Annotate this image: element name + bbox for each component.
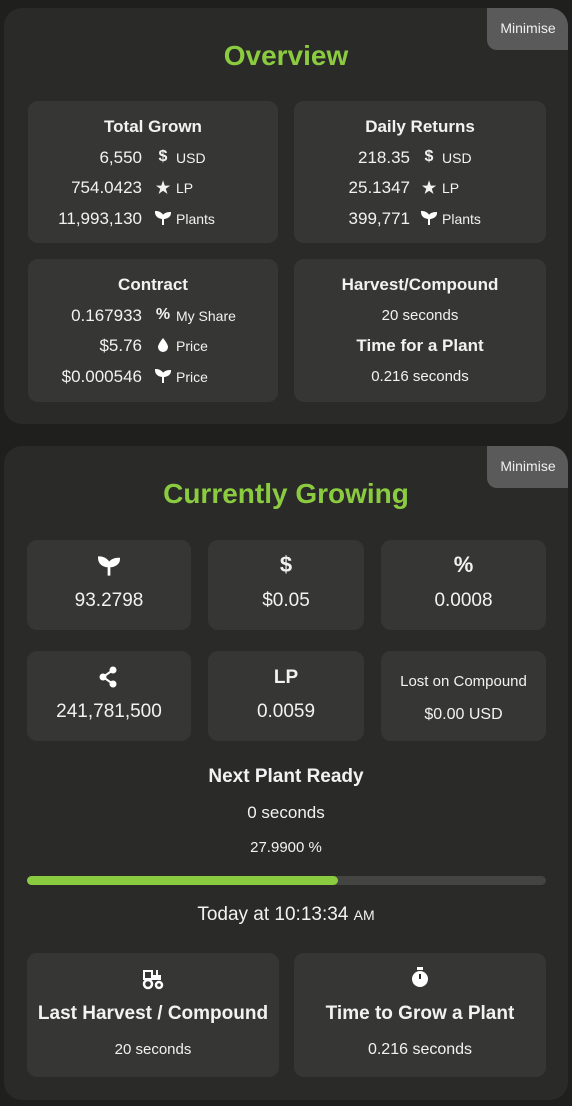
dollar-growing-card: $ $0.05	[208, 540, 364, 630]
growing-title: Currently Growing	[163, 478, 409, 509]
sprout-icon	[420, 209, 438, 227]
contract-plant-price-row: $0.000546 Price	[28, 367, 278, 389]
lost-on-compound-card: Lost on Compound $0.00 USD	[381, 651, 546, 741]
total-grown-usd-row: 6,550 $ USD	[28, 148, 278, 170]
stopwatch-icon	[294, 967, 546, 989]
contract-price-unit: Price	[176, 338, 208, 354]
sprout-icon	[154, 209, 172, 227]
contract-title: Contract	[118, 275, 188, 294]
contract-share-value: 0.167933	[71, 306, 142, 325]
contract-share-unit: My Share	[176, 308, 236, 324]
overview-title: Overview	[223, 40, 349, 71]
time-for-plant-title: Time for a Plant	[356, 336, 484, 355]
harvest-value: 20 seconds	[381, 307, 459, 324]
tractor-icon	[27, 967, 279, 990]
harvest-title: Harvest/Compound	[341, 275, 499, 294]
last-harvest-value: 20 seconds	[114, 1041, 192, 1058]
percent-icon: %	[453, 552, 474, 577]
total-grown-usd-unit: USD	[176, 150, 206, 166]
percent-icon: %	[155, 306, 171, 323]
daily-returns-plants-unit: Plants	[442, 211, 481, 227]
daily-returns-lp-value: 25.1347	[348, 178, 410, 197]
daily-returns-lp-unit: LP	[442, 180, 460, 196]
lp-growing-label: LP	[273, 667, 299, 688]
dollar-icon: $	[424, 148, 434, 165]
total-grown-lp-value: 754.0423	[71, 178, 142, 197]
lp-growing-value: 0.0059	[256, 701, 316, 722]
plants-growing-card: 93.2798	[27, 540, 191, 630]
daily-returns-lp-row: 25.1347 ★ LP	[294, 178, 546, 200]
next-plant-progress-bar	[27, 876, 546, 885]
share-growing-value: 241,781,500	[56, 701, 162, 722]
daily-returns-usd-unit: USD	[442, 150, 472, 166]
total-grown-plants-value: 11,993,130	[58, 209, 142, 228]
sprout-icon	[154, 367, 172, 385]
overview-panel: Minimise Overview Total Grown 6,550 $ US…	[4, 8, 568, 424]
total-grown-plants-unit: Plants	[176, 211, 215, 227]
harvest-card: Harvest/Compound 20 seconds Time for a P…	[294, 259, 546, 402]
total-grown-plants-row: 11,993,130 Plants	[28, 209, 278, 231]
sprout-icon	[27, 552, 191, 578]
timestamp-suffix: AM	[353, 907, 375, 923]
last-harvest-title: Last Harvest / Compound	[37, 1003, 269, 1024]
time-to-grow-value: 0.216 seconds	[367, 1041, 473, 1058]
percent-growing-value: 0.0008	[434, 590, 493, 611]
dollar-growing-value: $0.05	[262, 590, 310, 611]
next-plant-percent: 27.9900 %	[250, 839, 322, 856]
growing-panel: Minimise Currently Growing 93.2798 $ $0.…	[4, 446, 568, 1100]
time-for-plant-value: 0.216 seconds	[371, 368, 469, 385]
daily-returns-usd-value: 218.35	[358, 148, 410, 167]
contract-card: Contract 0.167933 % My Share $5.76 Price…	[28, 259, 278, 402]
dollar-icon: $	[158, 148, 168, 165]
total-grown-title: Total Grown	[104, 117, 202, 136]
droplet-icon	[154, 336, 172, 354]
next-plant-time: 0 seconds	[247, 803, 325, 822]
daily-returns-usd-row: 218.35 $ USD	[294, 148, 546, 170]
contract-plant-price-value: $0.000546	[61, 367, 142, 386]
daily-returns-title: Daily Returns	[365, 117, 475, 136]
contract-share-row: 0.167933 % My Share	[28, 306, 278, 328]
star-icon: ★	[155, 180, 171, 197]
contract-price-value: $5.76	[99, 336, 142, 355]
contract-price-row: $5.76 Price	[28, 336, 278, 358]
timestamp-text: Today at 10:13:34	[197, 904, 349, 925]
contract-plant-price-unit: Price	[176, 369, 208, 385]
daily-returns-card: Daily Returns 218.35 $ USD 25.1347 ★ LP …	[294, 101, 546, 243]
lp-growing-card: LP 0.0059	[208, 651, 364, 741]
time-to-grow-title: Time to Grow a Plant	[325, 1003, 515, 1024]
total-grown-card: Total Grown 6,550 $ USD 754.0423 ★ LP 11…	[28, 101, 278, 243]
daily-returns-plants-value: 399,771	[348, 209, 410, 228]
star-icon: ★	[421, 180, 437, 197]
next-plant-progress-fill	[27, 876, 339, 885]
last-harvest-card: Last Harvest / Compound 20 seconds	[27, 953, 279, 1077]
timestamp: Today at 10:13:34 AM	[4, 904, 568, 926]
share-icon	[27, 663, 191, 689]
lost-on-compound-value: $0.00 USD	[424, 706, 503, 723]
plants-growing-value: 93.2798	[74, 590, 144, 611]
time-to-grow-card: Time to Grow a Plant 0.216 seconds	[294, 953, 546, 1077]
share-growing-card: 241,781,500	[27, 651, 191, 741]
total-grown-lp-row: 754.0423 ★ LP	[28, 178, 278, 200]
percent-growing-card: % 0.0008	[381, 540, 546, 630]
next-plant-title: Next Plant Ready	[208, 766, 364, 787]
dollar-icon: $	[279, 552, 293, 577]
daily-returns-plants-row: 399,771 Plants	[294, 209, 546, 231]
total-grown-lp-unit: LP	[176, 180, 194, 196]
lost-on-compound-label: Lost on Compound	[400, 673, 527, 690]
total-grown-usd-value: 6,550	[99, 148, 142, 167]
